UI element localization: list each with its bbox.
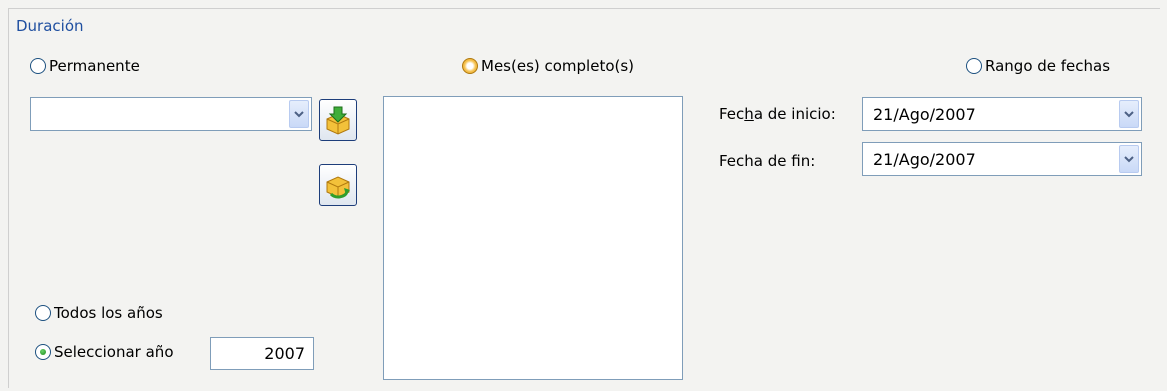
- permanente-combo[interactable]: [30, 97, 312, 131]
- fecha-fin-picker[interactable]: 21/Ago/2007: [862, 142, 1142, 176]
- fecha-fin-label: Fecha de fin:: [719, 152, 816, 170]
- radio-todos-label: Todos los años: [54, 304, 163, 322]
- radio-permanente[interactable]: Permanente: [30, 57, 140, 75]
- months-listbox[interactable]: [383, 96, 683, 380]
- radio-todos-los-anos[interactable]: Todos los años: [35, 304, 163, 322]
- radio-circle-icon[interactable]: [35, 344, 51, 360]
- radio-circle-icon[interactable]: [966, 58, 982, 74]
- fecha-inicio-label: Fecha de inicio:: [719, 105, 836, 123]
- year-input[interactable]: 2007: [210, 337, 314, 370]
- radio-meses-label: Mes(es) completo(s): [481, 57, 635, 75]
- radio-circle-icon[interactable]: [35, 305, 51, 321]
- refresh-button[interactable]: [319, 164, 357, 206]
- radio-meses-completos[interactable]: Mes(es) completo(s): [462, 57, 634, 75]
- radio-seleccionar-ano[interactable]: Seleccionar año: [35, 343, 174, 361]
- chevron-down-icon[interactable]: [1119, 100, 1139, 128]
- chevron-down-icon[interactable]: [1119, 145, 1139, 173]
- radio-rango-label: Rango de fechas: [985, 57, 1111, 75]
- fecha-inicio-picker[interactable]: 21/Ago/2007: [862, 97, 1142, 131]
- chevron-down-icon[interactable]: [289, 100, 309, 128]
- add-button[interactable]: [319, 99, 357, 141]
- group-title: Duración: [13, 17, 87, 35]
- radio-circle-icon[interactable]: [30, 58, 46, 74]
- radio-permanente-label: Permanente: [49, 57, 140, 75]
- radio-checked-dot-icon: [40, 349, 46, 355]
- fecha-fin-value: 21/Ago/2007: [873, 149, 976, 169]
- box-refresh-icon: [326, 176, 350, 199]
- fecha-inicio-value: 21/Ago/2007: [873, 104, 976, 124]
- radio-seleccionar-label: Seleccionar año: [54, 343, 174, 361]
- radio-circle-icon[interactable]: [462, 58, 478, 74]
- radio-rango-fechas[interactable]: Rango de fechas: [966, 57, 1110, 75]
- box-add-arrow-icon: [326, 106, 350, 135]
